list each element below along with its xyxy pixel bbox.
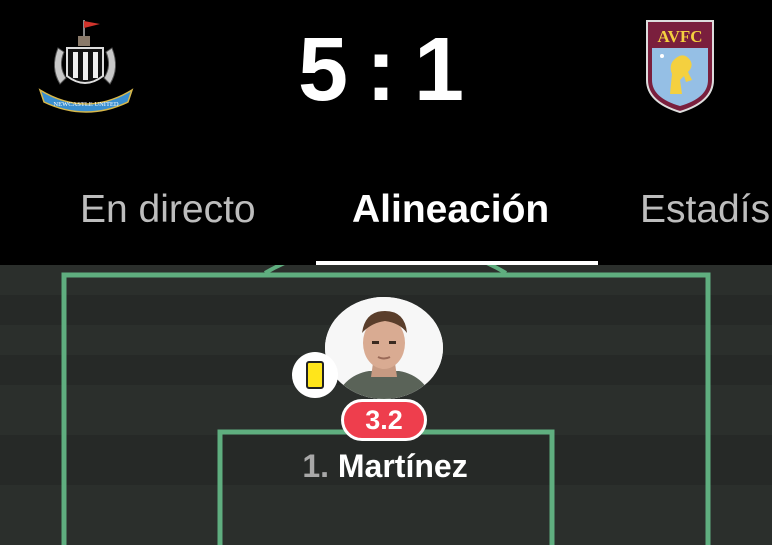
tab-lineup[interactable]: Alineación bbox=[352, 180, 549, 240]
match-score: 5 : 1 bbox=[282, 15, 482, 125]
away-team-crest-icon[interactable]: AVFC bbox=[644, 18, 716, 114]
svg-text:AVFC: AVFC bbox=[657, 27, 702, 46]
away-score: 1 bbox=[413, 19, 467, 120]
yellow-card-icon bbox=[306, 361, 324, 389]
player-number: 1. bbox=[302, 448, 329, 484]
score-separator: : bbox=[366, 19, 398, 120]
player-avatar[interactable] bbox=[325, 297, 443, 399]
home-team-crest-icon[interactable]: NEWCASTLE UNITED bbox=[36, 18, 136, 114]
match-header: NEWCASTLE UNITED 5 : 1 AVFC En directo A… bbox=[0, 0, 772, 265]
tab-live[interactable]: En directo bbox=[80, 180, 256, 240]
tab-stats[interactable]: Estadís bbox=[640, 180, 770, 240]
player-name: Martínez bbox=[337, 448, 468, 484]
yellow-card-badge bbox=[292, 352, 338, 398]
tab-bar: En directo Alineación Estadís bbox=[0, 170, 772, 265]
svg-text:NEWCASTLE UNITED: NEWCASTLE UNITED bbox=[53, 101, 118, 108]
home-score: 5 bbox=[297, 19, 350, 120]
player-rating-badge: 3.2 bbox=[341, 399, 427, 441]
player-name-label[interactable]: 1. Martínez bbox=[220, 444, 550, 488]
